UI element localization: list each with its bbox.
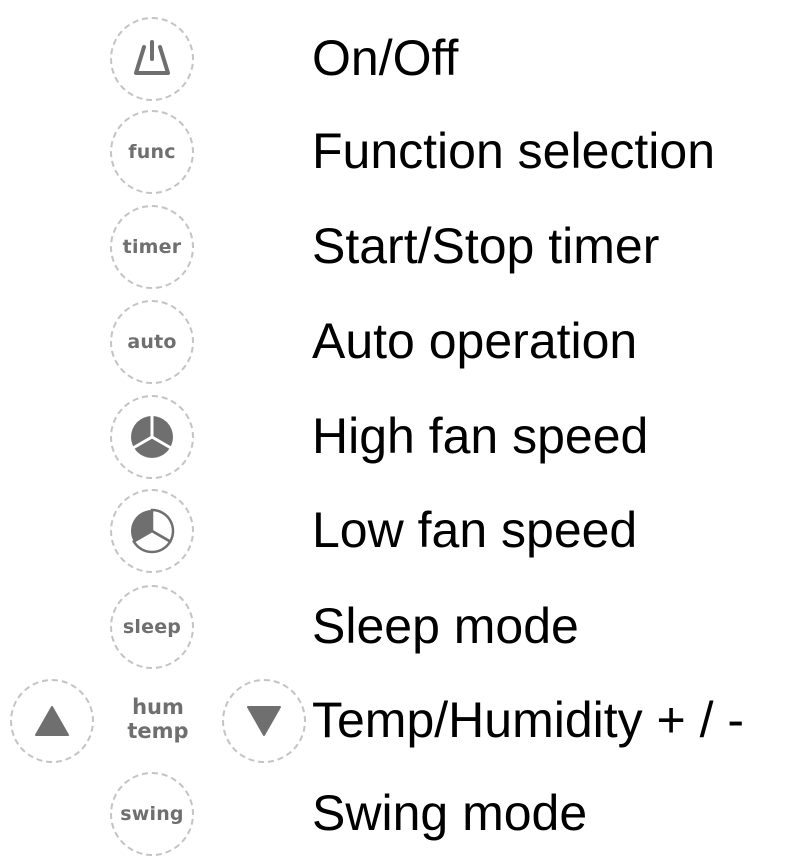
row-func: func Function selection bbox=[0, 110, 800, 202]
temp-down-button[interactable] bbox=[222, 679, 306, 763]
low-fan-button[interactable] bbox=[110, 489, 194, 573]
triangle-up-icon bbox=[35, 706, 69, 736]
func-button[interactable]: func bbox=[110, 110, 194, 194]
hum-temp-label: hum temp bbox=[122, 695, 194, 743]
low-fan-speed-icon bbox=[130, 508, 175, 554]
power-button[interactable] bbox=[110, 17, 194, 101]
auto-button-text: auto bbox=[127, 331, 177, 353]
high-fan-speed-icon bbox=[131, 415, 173, 458]
func-button-text: func bbox=[128, 141, 176, 163]
triangle-down-icon bbox=[247, 706, 281, 736]
low-fan-label: Low fan speed bbox=[312, 502, 638, 558]
high-fan-label: High fan speed bbox=[312, 408, 649, 464]
row-timer: timer Start/Stop timer bbox=[0, 205, 800, 297]
row-auto: auto Auto operation bbox=[0, 300, 800, 392]
auto-label: Auto operation bbox=[312, 313, 638, 369]
sleep-button-text: sleep bbox=[122, 616, 182, 638]
row-temp-hum: hum temp Temp/Humidity + / - bbox=[0, 679, 800, 771]
row-low-fan: Low fan speed bbox=[0, 489, 800, 581]
hum-text: hum bbox=[132, 695, 184, 719]
auto-button[interactable]: auto bbox=[110, 300, 194, 384]
temp-text: temp bbox=[127, 719, 189, 743]
func-label: Function selection bbox=[312, 123, 716, 179]
row-power: On/Off bbox=[0, 17, 800, 109]
sleep-button[interactable]: sleep bbox=[110, 585, 194, 669]
power-icon bbox=[134, 40, 170, 75]
temp-up-button[interactable] bbox=[10, 679, 94, 763]
swing-button[interactable]: swing bbox=[110, 772, 194, 856]
temp-hum-label: Temp/Humidity + / - bbox=[312, 692, 745, 748]
swing-button-text: swing bbox=[120, 803, 184, 825]
power-label: On/Off bbox=[312, 30, 459, 86]
row-high-fan: High fan speed bbox=[0, 395, 800, 487]
row-sleep: sleep Sleep mode bbox=[0, 585, 800, 677]
high-fan-button[interactable] bbox=[110, 395, 194, 479]
sleep-label: Sleep mode bbox=[312, 598, 579, 654]
swing-label: Swing mode bbox=[312, 785, 588, 841]
timer-label: Start/Stop timer bbox=[312, 218, 660, 274]
timer-button-text: timer bbox=[122, 236, 182, 258]
timer-button[interactable]: timer bbox=[110, 205, 194, 289]
row-swing: swing Swing mode bbox=[0, 772, 800, 864]
